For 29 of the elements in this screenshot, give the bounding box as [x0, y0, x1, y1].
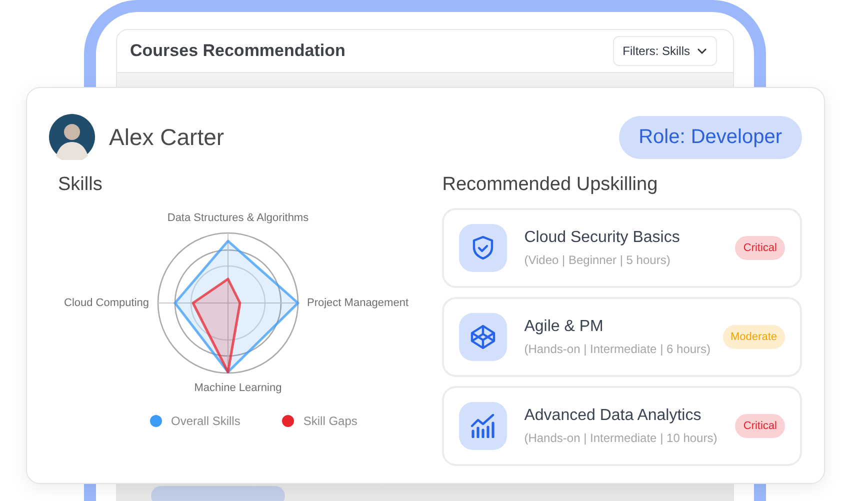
course-card[interactable]: Advanced Data Analytics (Hands-on | Intermediate | 10 hours) Critical	[442, 386, 802, 466]
avatar-icon	[49, 114, 95, 160]
axis-label: Data Structures & Algorithms	[167, 212, 309, 224]
course-details: (Video | Beginner | 5 hours)	[524, 253, 672, 267]
course-title: Agile & PM	[524, 318, 604, 336]
course-card[interactable]: Cloud Security Basics (Video | Beginner | 5 hours) Critical	[442, 208, 802, 288]
axis-label: Machine Learning	[194, 382, 282, 394]
shield-check-icon	[471, 235, 496, 261]
panel-title: Courses Recommendation	[130, 41, 346, 61]
skills-heading: Skills	[58, 174, 104, 196]
course-title: Advanced Data Analytics	[524, 407, 702, 425]
legend-label: Skill Gaps	[303, 414, 358, 428]
course-title: Cloud Security Basics	[524, 229, 681, 247]
chevron-down-icon	[697, 48, 707, 54]
course-details: (Hands-on | Intermediate | 6 hours)	[524, 342, 712, 356]
legend-label: Overall Skills	[171, 414, 240, 428]
bar-chart-icon	[470, 414, 496, 438]
cube-icon	[469, 324, 498, 350]
upskilling-heading: Recommended Upskilling	[442, 174, 659, 196]
axis-label: Cloud Computing	[63, 297, 149, 309]
priority-badge: Moderate	[722, 325, 785, 349]
filter-button[interactable]: Filters: Skills	[612, 36, 717, 66]
user-name: Alex Carter	[109, 124, 224, 150]
axis-label: Project Management	[307, 297, 410, 309]
priority-badge: Critical	[735, 236, 785, 260]
course-card[interactable]: Agile & PM (Hands-on | Intermediate | 6 hours) Moderate	[442, 297, 802, 377]
priority-badge: Critical	[735, 414, 785, 438]
course-details: (Hands-on | Intermediate | 10 hours)	[524, 431, 718, 445]
role-badge: Role: Developer	[618, 116, 802, 158]
